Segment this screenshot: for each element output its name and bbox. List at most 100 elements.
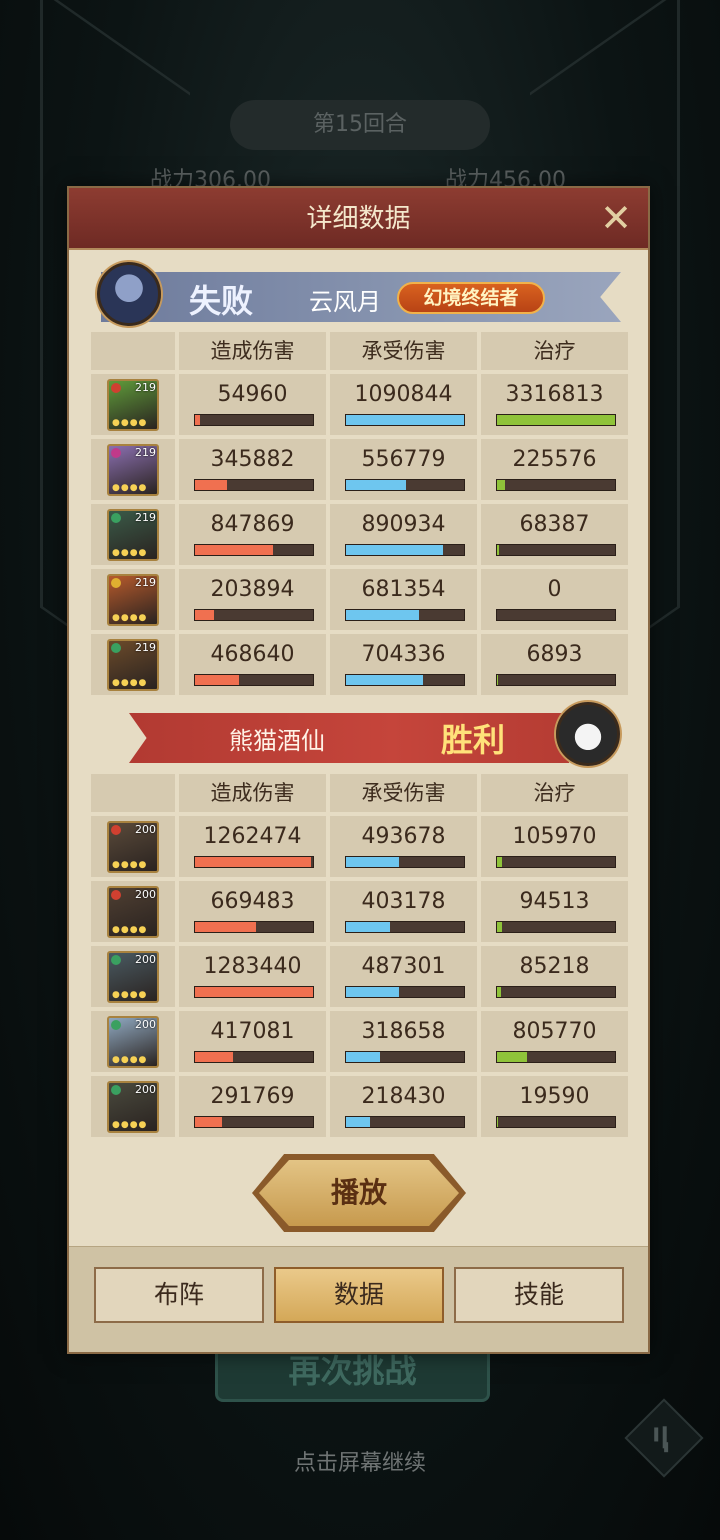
- hero-faction-icon: [111, 825, 121, 835]
- damage-bar: [194, 479, 314, 491]
- hero-avatar[interactable]: 200 ●●●●: [107, 821, 159, 873]
- hero-avatar[interactable]: 219 ●●●●: [107, 444, 159, 496]
- hero-stars-icon: ●●●●: [112, 1055, 148, 1065]
- hero-cell: 219 ●●●●: [91, 504, 175, 565]
- hero-avatar[interactable]: 219 ●●●●: [107, 639, 159, 691]
- heal-value: 19590: [519, 1084, 590, 1109]
- team1-stats-table: 造成伤害 承受伤害 治疗 219 ●●●● 54960 1090844 3316813 219 ●…: [91, 332, 628, 699]
- hero-faction-icon: [111, 1085, 121, 1095]
- column-header: 治疗: [481, 774, 628, 812]
- taken-value: 403178: [361, 889, 446, 914]
- close-icon[interactable]: ✕: [598, 199, 634, 237]
- heal-cell: 68387: [481, 504, 628, 565]
- hero-avatar[interactable]: 200 ●●●●: [107, 951, 159, 1003]
- play-button[interactable]: 播放: [259, 1160, 459, 1226]
- heal-bar-fill: [497, 1117, 499, 1127]
- taken-value: 556779: [361, 447, 446, 472]
- hero-cell: 200 ●●●●: [91, 881, 175, 942]
- hero-avatar[interactable]: 200 ●●●●: [107, 1081, 159, 1133]
- damage-cell: 345882: [179, 439, 326, 500]
- heal-cell: 805770: [481, 1011, 628, 1072]
- tab-formation[interactable]: 布阵: [94, 1267, 264, 1323]
- player-name-right: 熊猫酒仙: [229, 727, 325, 755]
- hero-faction-icon: [111, 513, 121, 523]
- hero-faction-icon: [111, 578, 121, 588]
- header-blank: [91, 332, 175, 370]
- taken-cell: 704336: [330, 634, 477, 695]
- column-header: 治疗: [481, 332, 628, 370]
- taken-value: 681354: [361, 577, 446, 602]
- damage-cell: 1283440: [179, 946, 326, 1007]
- hero-stars-icon: ●●●●: [112, 548, 148, 558]
- column-header: 造成伤害: [179, 774, 326, 812]
- table-row: 219 ●●●● 345882 556779 225576: [91, 439, 628, 500]
- taken-bar: [345, 1116, 465, 1128]
- hero-faction-icon: [111, 448, 121, 458]
- taken-bar: [345, 921, 465, 933]
- heal-value: 85218: [519, 954, 590, 979]
- hero-cell: 219 ●●●●: [91, 439, 175, 500]
- hero-avatar[interactable]: 200 ●●●●: [107, 1016, 159, 1068]
- hero-faction-icon: [111, 955, 121, 965]
- hero-avatar[interactable]: 219 ●●●●: [107, 574, 159, 626]
- hero-faction-icon: [111, 890, 121, 900]
- damage-bar-fill: [195, 1052, 233, 1062]
- table-row: 200 ●●●● 291769 218430 19590: [91, 1076, 628, 1137]
- table-row: 200 ●●●● 669483 403178 94513: [91, 881, 628, 942]
- damage-bar: [194, 609, 314, 621]
- round-label: 第15回合: [230, 100, 490, 150]
- taken-bar: [345, 609, 465, 621]
- heal-cell: 225576: [481, 439, 628, 500]
- damage-bar-fill: [195, 610, 214, 620]
- taken-cell: 890934: [330, 504, 477, 565]
- damage-bar: [194, 1116, 314, 1128]
- table-header-row: 造成伤害 承受伤害 治疗: [91, 332, 628, 370]
- column-header: 承受伤害: [330, 774, 477, 812]
- hero-avatar[interactable]: 219 ●●●●: [107, 379, 159, 431]
- hero-stars-icon: ●●●●: [112, 990, 148, 1000]
- hero-level: 200: [135, 1083, 156, 1096]
- heal-cell: 3316813: [481, 374, 628, 435]
- table-header-row: 造成伤害 承受伤害 治疗: [91, 774, 628, 812]
- heal-bar: [496, 921, 616, 933]
- column-header: 承受伤害: [330, 332, 477, 370]
- heal-bar-fill: [497, 480, 506, 490]
- heal-bar-fill: [497, 857, 502, 867]
- hero-stars-icon: ●●●●: [112, 418, 148, 428]
- damage-cell: 54960: [179, 374, 326, 435]
- tab-data[interactable]: 数据: [274, 1267, 444, 1323]
- hero-cell: 200 ●●●●: [91, 816, 175, 877]
- damage-bar-fill: [195, 480, 227, 490]
- damage-bar: [194, 544, 314, 556]
- hero-avatar[interactable]: 200 ●●●●: [107, 886, 159, 938]
- damage-value: 417081: [210, 1019, 295, 1044]
- taken-cell: 1090844: [330, 374, 477, 435]
- damage-value: 1262474: [203, 824, 302, 849]
- damage-cell: 417081: [179, 1011, 326, 1072]
- damage-cell: 847869: [179, 504, 326, 565]
- hero-cell: 200 ●●●●: [91, 1076, 175, 1137]
- hero-cell: 219 ●●●●: [91, 374, 175, 435]
- hero-avatar[interactable]: 219 ●●●●: [107, 509, 159, 561]
- damage-bar-fill: [195, 922, 257, 932]
- taken-bar: [345, 986, 465, 998]
- heal-bar-fill: [497, 987, 501, 997]
- heal-bar: [496, 1116, 616, 1128]
- continue-hint[interactable]: 点击屏幕继续: [0, 1445, 720, 1477]
- damage-bar: [194, 921, 314, 933]
- taken-bar-fill: [346, 415, 464, 425]
- result-win: 胜利: [441, 721, 506, 759]
- hero-faction-icon: [111, 1020, 121, 1030]
- damage-value: 291769: [210, 1084, 295, 1109]
- heal-bar: [496, 544, 616, 556]
- damage-value: 345882: [210, 447, 295, 472]
- heal-bar-fill: [497, 1052, 527, 1062]
- table-row: 200 ●●●● 1283440 487301 85218: [91, 946, 628, 1007]
- tab-skills[interactable]: 技能: [454, 1267, 624, 1323]
- header-blank: [91, 774, 175, 812]
- hero-cell: 200 ●●●●: [91, 946, 175, 1007]
- taken-cell: 493678: [330, 816, 477, 877]
- taken-value: 218430: [361, 1084, 446, 1109]
- damage-bar: [194, 1051, 314, 1063]
- heal-bar: [496, 479, 616, 491]
